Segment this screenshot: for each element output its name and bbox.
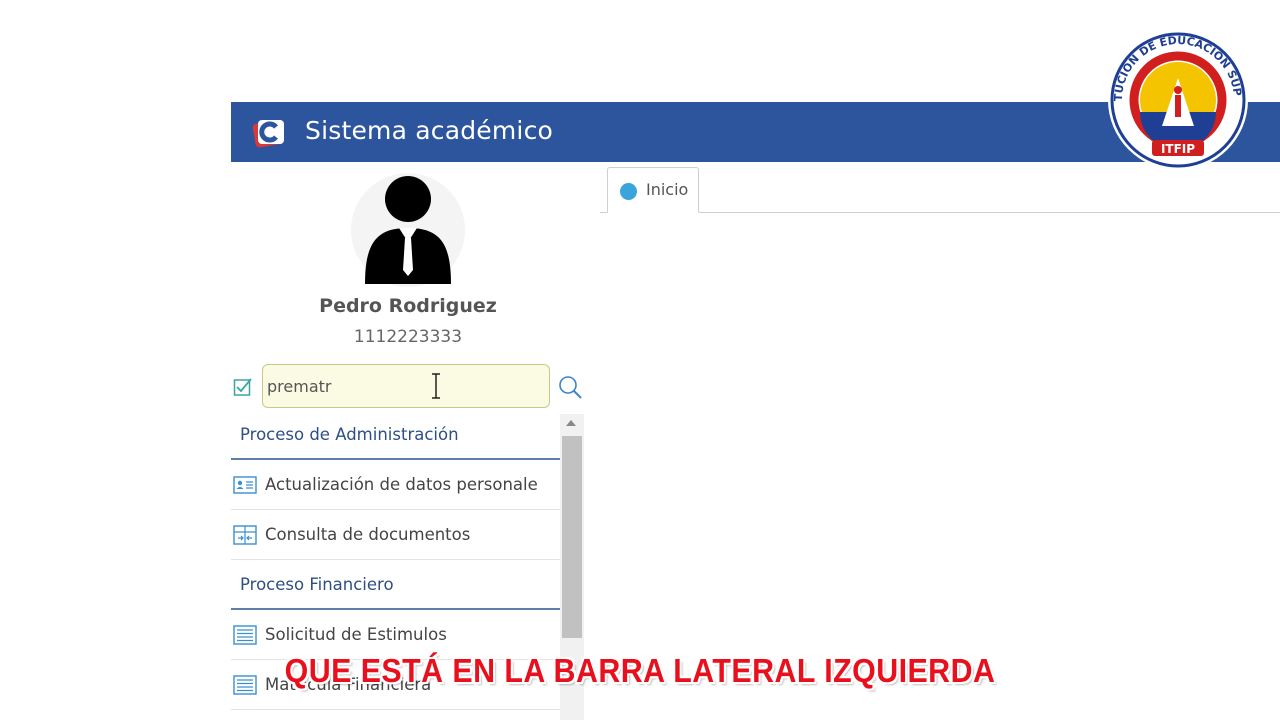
scroll-up-arrow-icon[interactable] (566, 420, 576, 426)
svg-text:ITFIP: ITFIP (1161, 142, 1195, 156)
search-icon[interactable] (557, 374, 583, 400)
list-icon (233, 624, 257, 645)
menu-section-label: Proceso de Administración (240, 424, 459, 444)
tab-inicio[interactable]: Inicio (607, 167, 699, 213)
video-caption: QUE ESTÁ EN LA BARRA LATERAL IZQUIERDA (284, 652, 996, 689)
scroll-thumb[interactable] (562, 436, 582, 638)
user-avatar-icon (351, 173, 465, 287)
menu-item-label: Consulta de documentos (265, 525, 471, 544)
menu-item-consulta-documentos[interactable]: Consulta de documentos (231, 510, 560, 560)
document-exchange-icon (233, 524, 257, 545)
app-c-logo-icon[interactable] (252, 116, 286, 150)
menu-section-financiero[interactable]: Proceso Financiero (231, 560, 560, 610)
text-cursor-icon (432, 373, 440, 399)
user-id: 1112223333 (353, 327, 463, 347)
menu-item-actualizacion-datos[interactable]: Actualización de datos personale (231, 460, 560, 510)
checkbox-checked-icon[interactable] (233, 377, 253, 397)
menu-item-label: Actualización de datos personale (265, 475, 538, 494)
circle-icon (620, 183, 637, 200)
menu-section-label: Proceso Financiero (240, 574, 394, 594)
institution-seal-logo: ITFIP INSTITUCIÓN DE EDUCACIÓN SUPERIOR (1106, 28, 1248, 170)
menu-section-administracion[interactable]: Proceso de Administración (231, 410, 560, 460)
search-input[interactable] (262, 364, 550, 408)
user-name: Pedro Rodriguez (319, 295, 497, 317)
app-title: Sistema académico (305, 116, 554, 145)
menu-item-label: Solicitud de Estimulos (265, 625, 447, 644)
tab-label: Inicio (646, 180, 689, 199)
tab-strip-divider (600, 212, 1280, 213)
id-card-icon (233, 475, 257, 494)
